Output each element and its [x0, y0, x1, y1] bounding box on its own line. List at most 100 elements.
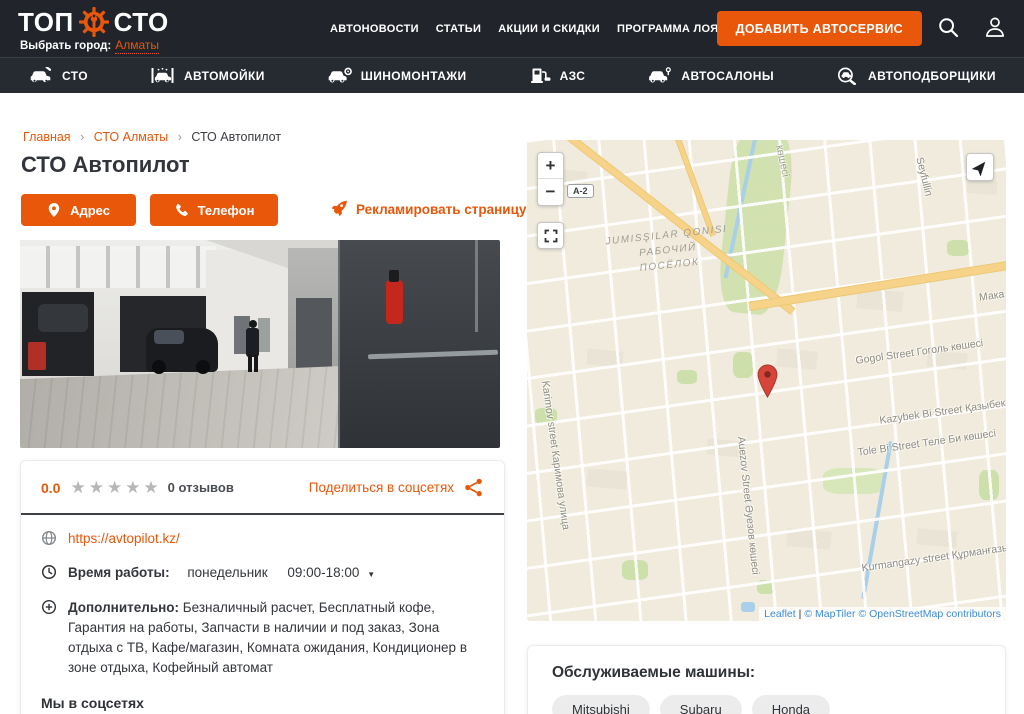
clock-icon: [41, 563, 58, 580]
breadcrumb-current: СТО Автопилот: [191, 130, 281, 144]
breadcrumb: Главная › СТО Алматы › СТО Автопилот: [23, 130, 281, 144]
photo-car-wheel: [196, 360, 210, 374]
photo-conduit: [475, 240, 478, 332]
reviews-count: 0 отзывов: [168, 480, 234, 495]
advertise-link-label: Рекламировать страницу: [356, 202, 526, 217]
photo-person: [248, 355, 252, 372]
extra-content: Дополнительно: Безналичный расчет, Беспл…: [68, 598, 484, 679]
rocket-icon: [330, 200, 348, 218]
location-pin-icon: [47, 202, 61, 218]
website-row: https://avtopilot.kz/: [41, 529, 484, 549]
category-fuel[interactable]: АЗС: [529, 67, 586, 84]
divider: [21, 513, 504, 515]
photo-door: [258, 318, 270, 352]
city-label: Выбрать город:: [20, 40, 111, 52]
tire-service-icon: [327, 67, 352, 84]
category-nav: СТО АВТОМОЙКИ ШИНОМОНТАЖИ: [0, 57, 1024, 93]
phone-button[interactable]: Телефон: [150, 194, 278, 226]
breadcrumb-home[interactable]: Главная: [23, 130, 71, 144]
category-sto[interactable]: СТО: [28, 67, 88, 84]
add-service-button[interactable]: ДОБАВИТЬ АВТОСЕРВИС: [717, 11, 922, 46]
locate-button[interactable]: [966, 153, 994, 181]
advertise-link[interactable]: Рекламировать страницу: [330, 200, 526, 218]
phone-button-label: Телефон: [198, 203, 255, 218]
plus-circle-icon: [41, 598, 58, 615]
breadcrumb-separator: ›: [80, 130, 84, 144]
fullscreen-button[interactable]: [537, 222, 564, 249]
zoom-controls: + −: [537, 152, 564, 206]
brand-pill-mitsubishi[interactable]: Mitsubishi: [552, 695, 650, 714]
category-label: СТО: [62, 69, 88, 83]
photo-person: [249, 320, 257, 328]
photo-pavement: [20, 366, 342, 448]
attribution-separator: |: [799, 608, 802, 620]
photo-windows: [20, 246, 216, 288]
zoom-in-button[interactable]: +: [538, 153, 563, 179]
social-label: Мы в соцсетях: [41, 695, 484, 711]
share-button[interactable]: Поделиться в соцсетях: [309, 477, 484, 498]
category-label: АВТОПОДБОРЩИКИ: [868, 69, 996, 83]
fullscreen-icon: [544, 229, 558, 243]
nav-link-autonews[interactable]: АВТОНОВОСТИ: [330, 23, 419, 35]
serviced-cars-title: Обслуживаемые машины:: [552, 664, 981, 682]
photo-car-wheel: [152, 360, 166, 374]
category-inspectors[interactable]: АВТОПОДБОРЩИКИ: [836, 67, 996, 85]
logo-text-right: СТО: [114, 7, 169, 38]
zoom-out-button[interactable]: −: [538, 179, 563, 205]
city-value-link[interactable]: Алматы: [115, 38, 159, 54]
map-attribution: Leaflet|© MapTiler © OpenStreetMap contr…: [759, 607, 1006, 621]
breadcrumb-sto-almaty[interactable]: СТО Алматы: [94, 130, 169, 144]
map-marker[interactable]: [756, 364, 779, 403]
address-button-label: Адрес: [70, 203, 110, 218]
extra-row: Дополнительно: Безналичный расчет, Беспл…: [41, 598, 484, 679]
extra-label: Дополнительно:: [68, 600, 179, 615]
maptiler-link[interactable]: © MapTiler: [804, 608, 855, 620]
photo-car-windshield: [154, 330, 184, 344]
share-icon: [463, 477, 484, 498]
address-button[interactable]: Адрес: [21, 194, 136, 226]
nav-link-promos[interactable]: АКЦИИ И СКИДКИ: [498, 23, 600, 35]
user-icon[interactable]: [982, 14, 1008, 40]
brand-pill-subaru[interactable]: Subaru: [660, 695, 742, 714]
serviced-cars-card: Обслуживаемые машины: Mitsubishi Subaru …: [527, 645, 1006, 714]
category-tire[interactable]: ШИНОМОНТАЖИ: [327, 67, 467, 84]
category-label: АЗС: [560, 69, 586, 83]
osm-link[interactable]: © OpenStreetMap contributors: [858, 608, 1001, 620]
globe-icon: [41, 529, 58, 546]
page-title: СТО Автопилот: [21, 152, 190, 178]
road-badge: A-2: [567, 184, 594, 198]
rating-row: 0.0 ★★★★★ 0 отзывов Поделиться в соцсетя…: [41, 477, 484, 498]
category-carwash[interactable]: АВТОМОЙКИ: [150, 67, 265, 84]
map[interactable]: A-2 JUMISŞILAR QONISI РАБОЧИЙ ПОСЁЛОК Go…: [527, 140, 1006, 621]
rating-stars[interactable]: ★★★★★: [70, 479, 161, 496]
brand-pill-honda[interactable]: Honda: [752, 695, 830, 714]
hours-day: понедельник: [187, 565, 267, 580]
website-link[interactable]: https://avtopilot.kz/: [68, 529, 180, 549]
brand-pills: Mitsubishi Subaru Honda: [552, 695, 981, 714]
chevron-down-icon[interactable]: ▼: [367, 570, 375, 579]
fuel-station-icon: [529, 67, 551, 84]
category-label: ШИНОМОНТАЖИ: [361, 69, 467, 83]
hours-content: Время работы: понедельник 09:00-18:00 ▼: [68, 563, 375, 583]
category-dealers[interactable]: АВТОСАЛОНЫ: [647, 67, 774, 84]
city-selector: Выбрать город: Алматы: [20, 38, 159, 52]
phone-icon: [174, 203, 189, 218]
nav-link-articles[interactable]: СТАТЬИ: [436, 23, 481, 35]
photo-car-on-lift: [38, 304, 88, 332]
photo-person: [246, 328, 259, 357]
category-label: АВТОСАЛОНЫ: [681, 69, 774, 83]
car-inspect-icon: [836, 67, 859, 85]
top-header: ТОП: [0, 0, 1024, 57]
photo-person: [254, 355, 258, 372]
share-label: Поделиться в соцсетях: [309, 480, 454, 495]
rating-score: 0.0: [41, 480, 60, 496]
logo[interactable]: ТОП: [18, 5, 169, 39]
gear-wrench-logo-icon: [77, 5, 111, 39]
car-dealer-icon: [647, 67, 672, 84]
leaflet-link[interactable]: Leaflet: [764, 608, 796, 620]
logo-text-left: ТОП: [18, 7, 74, 38]
photo-fire-extinguisher: [386, 280, 403, 324]
photo-fire-extinguisher-handle: [389, 270, 399, 282]
search-icon[interactable]: [937, 16, 960, 39]
hours-row: Время работы: понедельник 09:00-18:00 ▼: [41, 563, 484, 583]
